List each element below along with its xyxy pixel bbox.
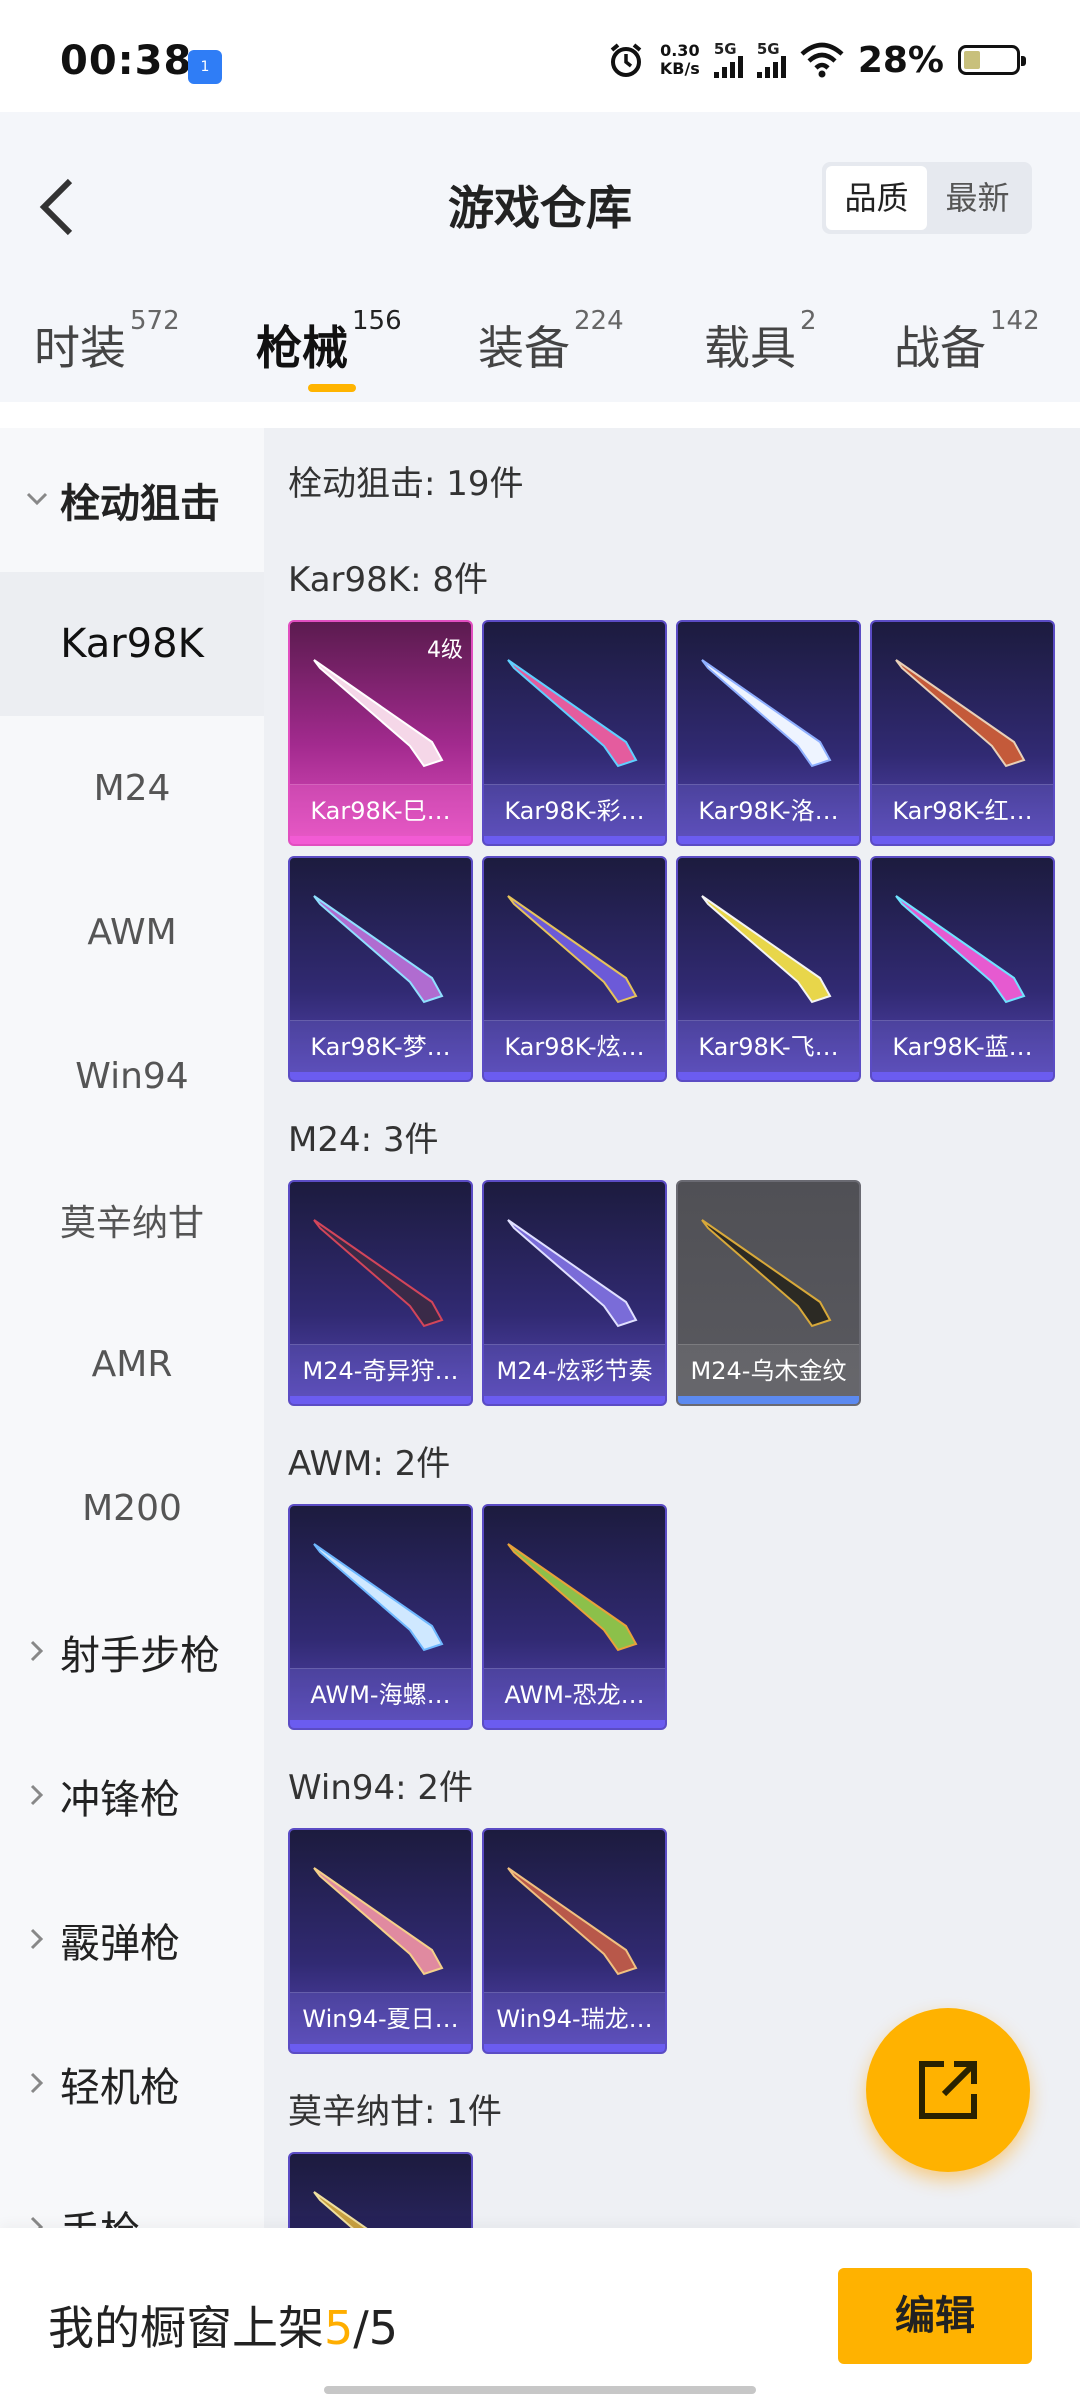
rifle-icon [507, 1867, 638, 1976]
status-bar: 00:38 1 0.30 KB/s 5G 5G 28% [0, 0, 1080, 112]
showcase-bar: 我的橱窗上架5/5 编辑 [0, 2228, 1080, 2400]
sort-quality-option[interactable]: 品质 [826, 166, 927, 230]
section-title-awm: AWM: 2件 [288, 1444, 451, 1484]
rifle-icon [507, 1219, 638, 1328]
wifi-icon [800, 42, 844, 78]
rifle-icon [701, 895, 832, 1004]
item-card[interactable]: Kar98K-梦… [288, 856, 473, 1082]
rifle-icon [895, 895, 1026, 1004]
category-summary: 栓动狙击: 19件 [288, 464, 524, 504]
rifle-icon [895, 659, 1026, 768]
sidebar-category-smg[interactable]: 冲锋枪 [0, 1724, 264, 1868]
item-grid: 栓动狙击: 19件 Kar98K: 8件 4级 Kar98K-巳… Kar98K… [264, 428, 1080, 2228]
tab-fashion[interactable]: 时装 572 [34, 306, 180, 402]
notification-badge-icon: 1 [188, 50, 222, 84]
section-title-mosin: 莫辛纳甘: 1件 [288, 2092, 502, 2132]
rifle-icon [313, 2191, 368, 2228]
rifle-icon [507, 659, 638, 768]
rifle-icon [701, 1219, 832, 1328]
section-title-m24: M24: 3件 [288, 1120, 439, 1160]
item-card[interactable]: M24-乌木金纹 [676, 1180, 861, 1406]
item-card[interactable]: Win94-瑞龙… [482, 1828, 667, 2054]
sidebar-category-dmr[interactable]: 射手步枪 [0, 1580, 264, 1724]
item-card[interactable]: Win94-夏日… [288, 1828, 473, 2054]
sidebar-item-amr[interactable]: AMR [0, 1292, 264, 1436]
sidebar-item-win94[interactable]: Win94 [0, 1004, 264, 1148]
sort-toggle: 品质 最新 [822, 162, 1032, 234]
header: 游戏仓库 品质 最新 时装 572 枪械 156 装备 224 载具 2 战备 142 [0, 112, 1080, 402]
section-title-kar98k: Kar98K: 8件 [288, 560, 488, 600]
rifle-icon [313, 1867, 444, 1976]
item-card[interactable]: Kar98K-炫… [482, 856, 667, 1082]
share-external-icon [919, 2061, 977, 2119]
battery-icon [958, 45, 1026, 75]
item-card[interactable]: Kar98K-飞… [676, 856, 861, 1082]
battery-percent: 28% [857, 39, 944, 81]
rifle-icon [507, 895, 638, 1004]
item-card[interactable]: Kar98K-彩… [482, 620, 667, 846]
tab-guns[interactable]: 枪械 156 [256, 306, 402, 402]
back-arrow-icon [39, 178, 73, 236]
sidebar-item-m200[interactable]: M200 [0, 1436, 264, 1580]
item-card[interactable] [288, 2152, 473, 2228]
sidebar-item-m24[interactable]: M24 [0, 716, 264, 860]
section-title-win94: Win94: 2件 [288, 1768, 474, 1808]
item-card[interactable]: AWM-海螺… [288, 1504, 473, 1730]
sort-newest-option[interactable]: 最新 [927, 166, 1028, 230]
status-icons: 0.30 KB/s 5G 5G 28% [606, 39, 1026, 81]
sidebar-category-shotgun[interactable]: 霰弹枪 [0, 1868, 264, 2012]
sidebar-item-awm[interactable]: AWM [0, 860, 264, 1004]
sidebar-category-bolt-action[interactable]: 栓动狙击 [0, 428, 264, 572]
edit-button[interactable]: 编辑 [838, 2268, 1032, 2364]
rifle-icon [313, 1219, 444, 1328]
status-time: 00:38 [60, 38, 193, 84]
sidebar-item-mosin[interactable]: 莫辛纳甘 [0, 1148, 264, 1292]
rifle-icon [507, 1543, 638, 1652]
back-button[interactable] [30, 167, 90, 247]
rifle-icon [313, 895, 444, 1004]
item-card[interactable]: AWM-恐龙… [482, 1504, 667, 1730]
rifle-icon [701, 659, 832, 768]
tab-equipment[interactable]: 装备 224 [478, 306, 624, 402]
weapon-sidebar: 栓动狙击 Kar98K M24 AWM Win94 莫辛纳甘 AMR M200 … [0, 428, 264, 2255]
sidebar-category-lmg[interactable]: 轻机枪 [0, 2012, 264, 2156]
item-card[interactable]: Kar98K-红… [870, 620, 1055, 846]
tab-vehicles[interactable]: 载具 2 [704, 306, 817, 402]
tab-supplies[interactable]: 战备 142 [894, 306, 1040, 402]
item-card[interactable]: Kar98K-蓝… [870, 856, 1055, 1082]
rifle-icon [313, 1543, 444, 1652]
alarm-icon [610, 43, 642, 77]
category-tabs: 时装 572 枪械 156 装备 224 载具 2 战备 142 [0, 302, 1080, 402]
item-card[interactable]: 4级 Kar98K-巳… [288, 620, 473, 846]
home-indicator[interactable] [324, 2386, 756, 2394]
share-fab-button[interactable] [866, 2008, 1030, 2172]
showcase-status: 我的橱窗上架5/5 [48, 2301, 399, 2355]
rifle-icon [313, 659, 444, 768]
signal-1-icon: 5G [713, 42, 743, 78]
active-tab-indicator [308, 384, 356, 392]
item-card[interactable]: M24-炫彩节奏 [482, 1180, 667, 1406]
signal-2-icon: 5G [756, 42, 786, 78]
item-card[interactable]: Kar98K-洛… [676, 620, 861, 846]
net-speed: 0.30 KB/s [659, 41, 700, 78]
sidebar-item-kar98k[interactable]: Kar98K [0, 572, 264, 716]
item-card[interactable]: M24-奇异狩… [288, 1180, 473, 1406]
